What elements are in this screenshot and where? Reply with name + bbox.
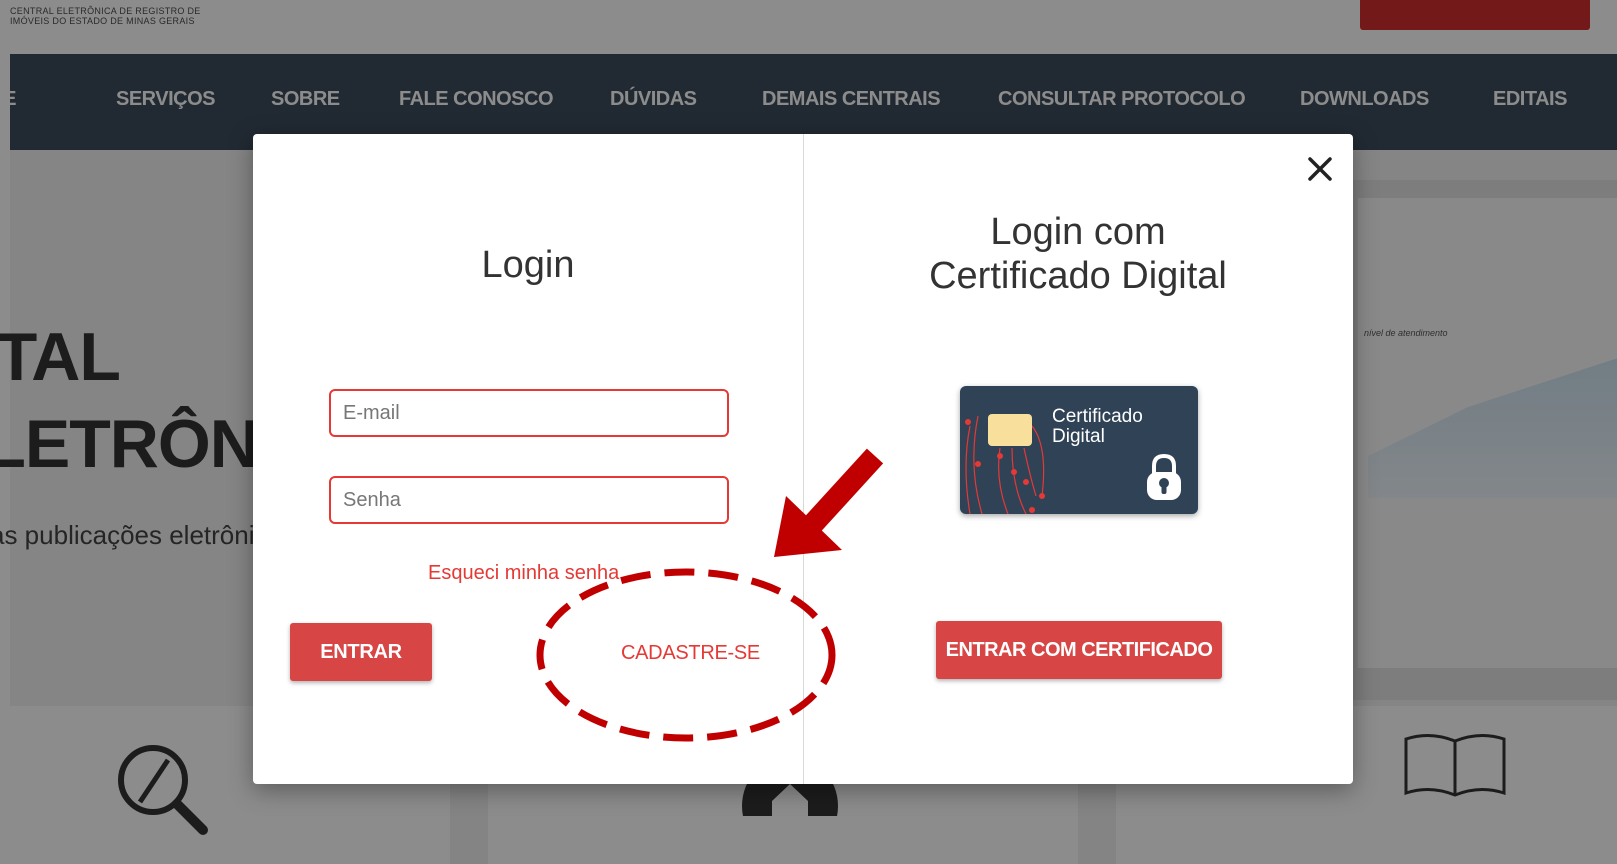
enter-with-certificate-button[interactable]: ENTRAR COM CERTIFICADO	[936, 621, 1222, 679]
login-modal: Login Esqueci minha senha ENTRAR CADASTR…	[253, 134, 1353, 784]
close-icon[interactable]	[1303, 152, 1337, 186]
digital-certificate-card-image: Certificado Digital	[960, 386, 1198, 514]
certificate-title-line-1: Login com	[990, 211, 1166, 253]
enter-button[interactable]: ENTRAR	[290, 623, 432, 681]
card-label-line-1: Certificado	[1052, 406, 1143, 427]
email-input[interactable]	[329, 389, 729, 437]
password-input[interactable]	[329, 476, 729, 524]
certificate-title-line-2: Certificado Digital	[929, 255, 1227, 297]
signup-link[interactable]: CADASTRE-SE	[621, 642, 760, 665]
lock-icon	[1147, 453, 1181, 500]
certificate-login-title: Login com Certificado Digital	[803, 210, 1353, 298]
login-title: Login	[481, 244, 575, 286]
card-label-line-2: Digital	[1052, 426, 1105, 447]
forgot-password-link[interactable]: Esqueci minha senha	[428, 562, 619, 585]
chip-icon	[988, 414, 1032, 446]
